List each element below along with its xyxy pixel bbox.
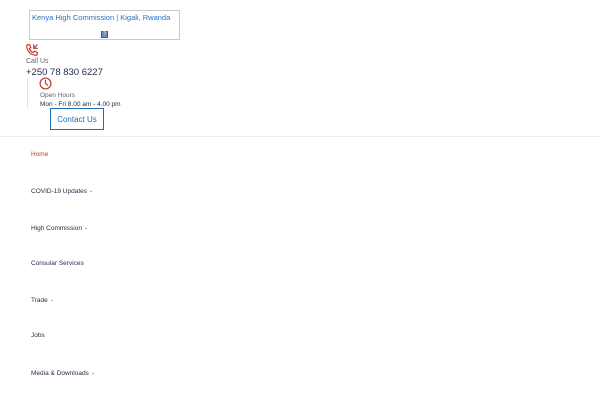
nav-item-label: High Commission: [31, 224, 82, 232]
nav-item-label: Jobs: [31, 332, 45, 340]
broken-image-icon: ?: [101, 31, 108, 38]
phone-incoming-icon: [26, 44, 38, 56]
nav-item-label: Trade: [31, 297, 48, 305]
site-logo-link[interactable]: Kenya High Commission | Kigali, Rwanda ?: [29, 10, 180, 40]
page: Kenya High Commission | Kigali, Rwanda ?…: [0, 0, 600, 400]
nav-item-label: Media & Downloads: [31, 369, 89, 377]
logo-alt-text: Kenya High Commission | Kigali, Rwanda: [32, 13, 171, 22]
main-navigation: Home COVID-19 Updates ⌄ High Commission ⌄ Con…: [31, 137, 571, 391]
phone-number-link[interactable]: +250 78 830 6227: [26, 67, 103, 78]
open-hours-value: Mon - Fri 8.00 am - 4.00 pm: [40, 101, 121, 108]
nav-item-jobs[interactable]: Jobs: [31, 318, 571, 354]
nav-item-label: COVID-19 Updates: [31, 188, 87, 196]
chevron-down-icon: ⌄: [83, 224, 89, 231]
call-us-label: Call Us: [26, 58, 49, 65]
nav-item-trade[interactable]: Trade ⌄: [31, 282, 571, 318]
chevron-down-icon: ⌄: [89, 188, 94, 195]
nav-item-label: Home: [31, 151, 49, 158]
nav-item-high-commission[interactable]: High Commission ⌄: [31, 210, 571, 246]
nav-item-media-downloads[interactable]: Media & Downloads ⌄: [31, 355, 571, 391]
nav-item-consular-services[interactable]: Consular Services: [31, 246, 571, 282]
chevron-down-icon: ⌄: [90, 369, 96, 376]
nav-item-covid-19-updates[interactable]: COVID-19 Updates ⌄: [31, 173, 571, 209]
clock-icon: [39, 77, 52, 90]
chevron-down-icon: ⌄: [49, 297, 54, 304]
nav-item-label: Consular Services: [31, 259, 84, 267]
open-hours-label: Open Hours: [40, 92, 76, 99]
nav-item-home[interactable]: Home: [31, 137, 571, 173]
contact-us-button[interactable]: Contact Us: [50, 108, 104, 130]
header-divider: [27, 78, 28, 108]
